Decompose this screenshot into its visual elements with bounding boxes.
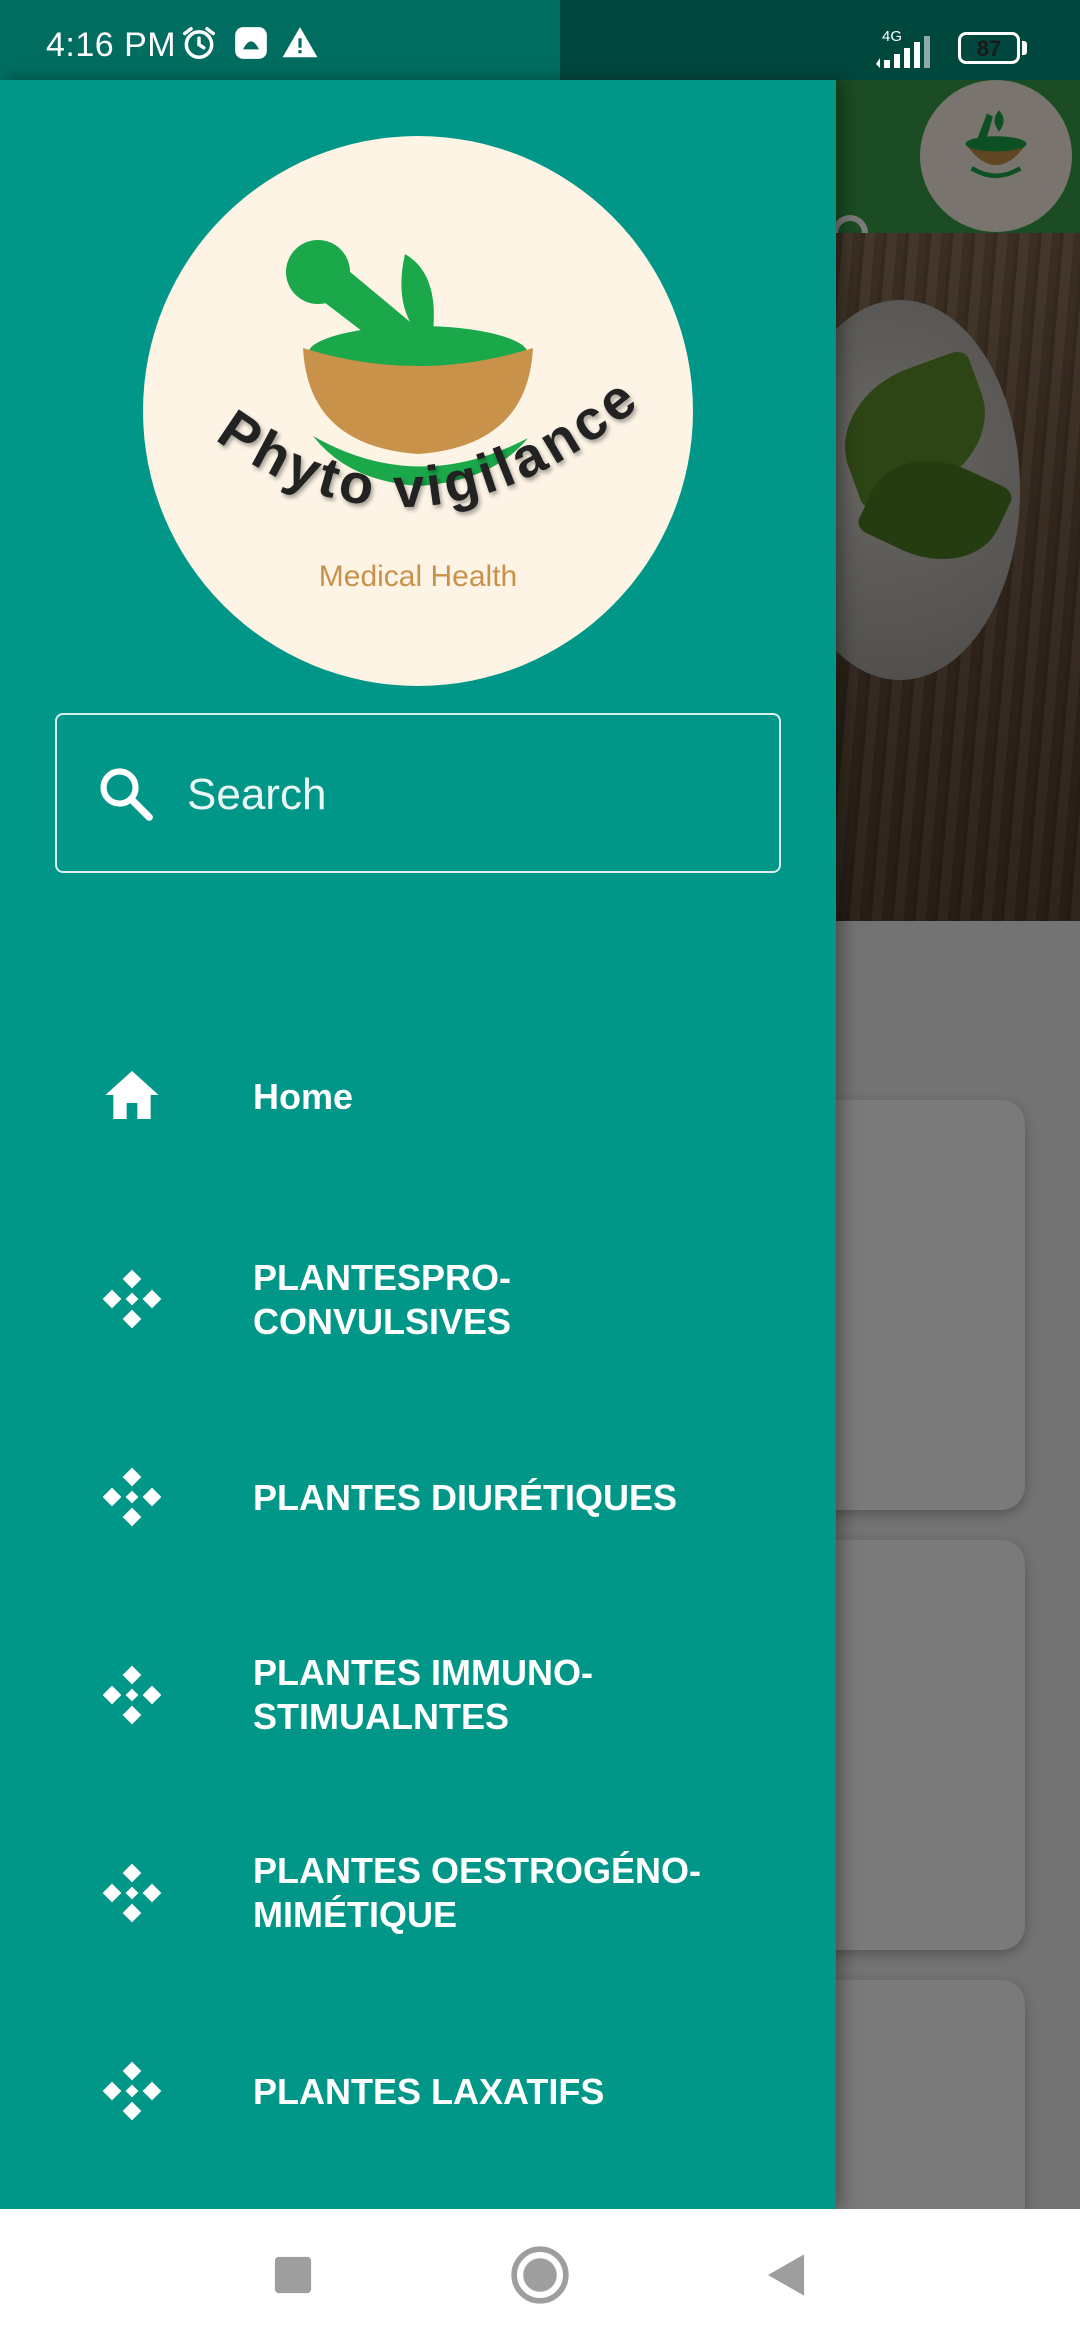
grid-diamond-icon xyxy=(102,1467,162,1527)
menu-item-label: PLANTES LAXATIFS xyxy=(253,2071,605,2112)
battery-icon: 87 xyxy=(958,32,1020,64)
mortar-pestle-logo: Phyto vigilance Medical Health xyxy=(207,240,647,593)
menu-item-pro-convulsives[interactable]: PLANTESPRO- CONVULSIVES xyxy=(0,1185,836,1365)
menu-item-home[interactable]: Home xyxy=(0,1005,836,1185)
home-circle-icon[interactable] xyxy=(509,2244,571,2306)
screen: 4:16 PM 4G 87 Phyto vigilance Medical He… xyxy=(0,0,1080,2340)
grid-diamond-icon xyxy=(102,1665,162,1725)
menu-item-label: PLANTES IMMUNO- STIMUALNTES xyxy=(253,1652,593,1737)
menu-item-label: PLANTES DIURÉTIQUES xyxy=(253,1477,678,1518)
menu-item-laxatifs[interactable]: PLANTES LAXATIFS xyxy=(0,1977,836,2157)
menu-item-label: PLANTES OESTROGÉNO- MIMÉTIQUE xyxy=(253,1850,702,1935)
search-icon xyxy=(100,768,153,821)
home-icon xyxy=(105,1071,159,1119)
signal-icon xyxy=(876,36,930,68)
app-logo: Phyto vigilance Medical Health xyxy=(143,136,693,686)
system-nav-bar xyxy=(0,2209,1080,2340)
search-field[interactable] xyxy=(55,713,781,873)
status-bar: 4:16 PM 4G 87 xyxy=(0,0,1080,80)
app-notification-icon xyxy=(235,27,267,59)
menu-item-diuretiques[interactable]: PLANTES DIURÉTIQUES xyxy=(0,1383,836,1563)
brand-tagline: Medical Health xyxy=(319,560,517,593)
back-triangle-icon[interactable] xyxy=(755,2244,817,2306)
status-time: 4:16 PM xyxy=(46,26,177,64)
navigation-drawer: Phyto vigilance Medical Health Home xyxy=(0,80,836,2209)
recents-square-icon[interactable] xyxy=(262,2244,324,2306)
warning-icon xyxy=(282,27,318,58)
grid-diamond-icon xyxy=(102,1863,162,1923)
battery-level: 87 xyxy=(976,36,1002,61)
grid-diamond-icon xyxy=(102,1269,162,1329)
menu-item-label: PLANTESPRO- CONVULSIVES xyxy=(253,1257,512,1342)
alarm-icon xyxy=(183,27,215,59)
grid-diamond-icon xyxy=(102,2061,162,2121)
battery-cap xyxy=(1022,41,1027,55)
search-input[interactable] xyxy=(187,755,747,835)
menu-item-immuno-stimulantes[interactable]: PLANTES IMMUNO- STIMUALNTES xyxy=(0,1581,836,1761)
menu-item-label: Home xyxy=(253,1076,354,1117)
menu-item-oestrogeno-mimetique[interactable]: PLANTES OESTROGÉNO- MIMÉTIQUE xyxy=(0,1779,836,1959)
